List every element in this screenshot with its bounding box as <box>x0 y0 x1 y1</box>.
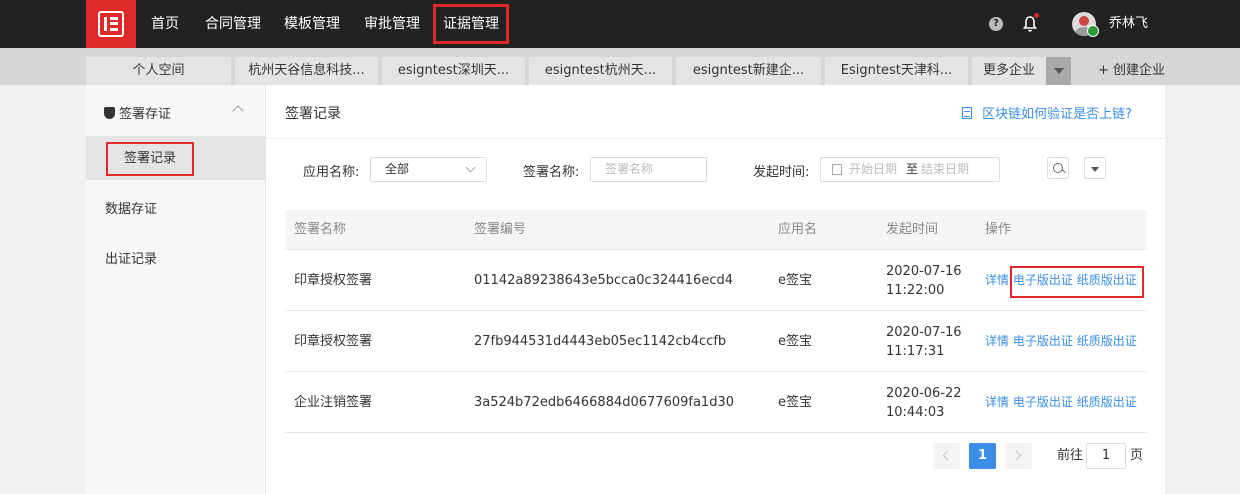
cell-sign-id: 27fb944531d4443eb05ec1142cb4ccfb <box>474 334 727 349</box>
search-button[interactable] <box>1047 157 1069 179</box>
sidebar-group-sign-evidence[interactable]: 签署存证 <box>104 103 171 122</box>
app-name-label: 应用名称: <box>303 165 360 180</box>
sidebar-item-certificate-records[interactable]: 出证记录 <box>105 248 157 267</box>
goto-page-input[interactable]: 1 <box>1086 443 1126 469</box>
cell-start-time: 2020-06-22 10:44:03 <box>886 384 962 422</box>
tab-enterprise-1[interactable]: 杭州天谷信息科技... <box>235 57 378 85</box>
blockchain-help-label: 区块链如何验证是否上链? <box>982 107 1132 122</box>
cell-start-time: 2020-07-16 11:22:00 <box>886 262 962 300</box>
header-sign-name: 签署名称 <box>294 222 347 237</box>
next-page-button[interactable] <box>1005 443 1032 469</box>
cell-date: 2020-07-16 <box>886 264 962 279</box>
sign-name-input[interactable]: 签署名称 <box>590 157 707 182</box>
nav-home[interactable]: 首页 <box>151 0 179 48</box>
header-sign-id: 签署编号 <box>474 222 527 237</box>
cell-time: 11:22:00 <box>886 283 945 298</box>
sidebar-item-data-evidence[interactable]: 数据存证 <box>105 198 157 217</box>
table-row: 印章授权签署 27fb944531d4443eb05ec1142cb4ccfb … <box>285 311 1147 372</box>
chevron-up-icon[interactable] <box>232 105 244 117</box>
help-icon[interactable]: ? <box>989 17 1003 31</box>
start-time-label: 发起时间: <box>753 165 810 180</box>
chevron-down-icon <box>465 162 476 173</box>
tab-personal-space[interactable]: 个人空间 <box>86 57 231 85</box>
header-start-time: 发起时间 <box>886 222 939 237</box>
start-date-input[interactable]: 开始日期 <box>849 158 897 181</box>
cell-sign-name: 印章授权签署 <box>294 273 373 288</box>
main-panel: 签署记录 区块链如何验证是否上链? 应用名称: 全部 签署名称: 签署名称 发起… <box>266 85 1165 494</box>
detail-link[interactable]: 详情 <box>985 334 1009 348</box>
background-right <box>1165 85 1240 494</box>
expand-filter-button[interactable] <box>1084 157 1106 179</box>
cell-app-name: e签宝 <box>778 273 812 288</box>
detail-link[interactable]: 详情 <box>985 273 1009 287</box>
cell-time: 11:17:31 <box>886 344 945 359</box>
nav-contracts[interactable]: 合同管理 <box>205 0 261 48</box>
cell-actions: 详情 电子版出证 纸质版出证 <box>985 311 1137 372</box>
cell-app-name: e签宝 <box>778 334 812 349</box>
header-actions: 操作 <box>985 222 1012 237</box>
username[interactable]: 乔林飞 <box>1109 0 1148 48</box>
cell-time: 10:44:03 <box>886 405 945 420</box>
cell-app-name: e签宝 <box>778 395 812 410</box>
cell-sign-id: 01142a89238643e5bcca0c324416ecd4 <box>474 273 733 288</box>
shield-icon <box>104 106 115 119</box>
cell-date: 2020-06-22 <box>886 386 962 401</box>
table-header: 签署名称 签署编号 应用名 发起时间 操作 <box>285 210 1147 250</box>
header-app-name: 应用名 <box>778 222 818 237</box>
cell-sign-name: 印章授权签署 <box>294 334 373 349</box>
page-title: 签署记录 <box>285 106 341 122</box>
nav-templates[interactable]: 模板管理 <box>284 0 340 48</box>
cell-start-time: 2020-07-16 11:17:31 <box>886 323 962 361</box>
prev-page-button[interactable] <box>933 443 960 469</box>
end-date-input[interactable]: 结束日期 <box>921 158 969 181</box>
goto-suffix: 页 <box>1130 448 1144 463</box>
calendar-icon <box>832 164 842 175</box>
goto-prefix: 前往 <box>1057 448 1084 463</box>
electronic-certificate-link[interactable]: 电子版出证 <box>1013 334 1073 348</box>
nav-evidence[interactable]: 证据管理 <box>433 4 509 44</box>
top-navbar: 首页 合同管理 模板管理 审批管理 证据管理 ? 乔林飞 <box>0 0 1240 48</box>
electronic-certificate-link[interactable]: 电子版出证 <box>1013 395 1073 409</box>
app-name-value: 全部 <box>385 162 410 176</box>
nav-approvals[interactable]: 审批管理 <box>364 0 420 48</box>
cell-sign-name: 企业注销签署 <box>294 395 373 410</box>
cell-actions: 详情 电子版出证 纸质版出证 <box>985 372 1137 433</box>
create-enterprise-button[interactable]: + 创建企业 <box>1098 57 1165 85</box>
table-row: 企业注销签署 3a524b72edb6466884d0677609fa1d30 … <box>285 372 1147 433</box>
logo-icon <box>98 11 124 37</box>
highlight-box <box>1010 266 1144 298</box>
tab-enterprise-4[interactable]: esigntest新建企... <box>676 57 821 85</box>
sidebar: 签署存证 签署记录 数据存证 出证记录 <box>86 85 266 494</box>
sign-name-label: 签署名称: <box>523 165 580 180</box>
cell-date: 2020-07-16 <box>886 325 962 340</box>
sidebar-item-sign-records[interactable]: 签署记录 <box>106 142 194 176</box>
tab-enterprise-2[interactable]: esigntest深圳天... <box>382 57 525 85</box>
cell-sign-id: 3a524b72edb6466884d0677609fa1d30 <box>474 395 734 410</box>
tab-more-enterprises[interactable]: 更多企业 <box>972 57 1046 85</box>
page-number-current[interactable]: 1 <box>969 443 996 469</box>
logo[interactable] <box>86 0 136 48</box>
app-name-select[interactable]: 全部 <box>370 157 487 182</box>
paper-certificate-link[interactable]: 纸质版出证 <box>1077 395 1137 409</box>
document-icon <box>962 106 973 119</box>
date-separator: 至 <box>906 162 919 176</box>
sidebar-group-label: 签署存证 <box>119 107 172 122</box>
notification-dot <box>1034 13 1039 18</box>
detail-link[interactable]: 详情 <box>985 395 1009 409</box>
tab-enterprise-3[interactable]: esigntest杭州天... <box>529 57 672 85</box>
paper-certificate-link[interactable]: 纸质版出证 <box>1077 334 1137 348</box>
divider <box>266 138 1165 139</box>
verified-icon <box>1087 25 1099 37</box>
more-dropdown-icon[interactable] <box>1046 57 1071 85</box>
tab-enterprise-5[interactable]: Esigntest天津科... <box>825 57 968 85</box>
date-range-picker[interactable]: 开始日期 至 结束日期 <box>820 157 1000 182</box>
blockchain-help-link[interactable]: 区块链如何验证是否上链? <box>962 103 1132 122</box>
